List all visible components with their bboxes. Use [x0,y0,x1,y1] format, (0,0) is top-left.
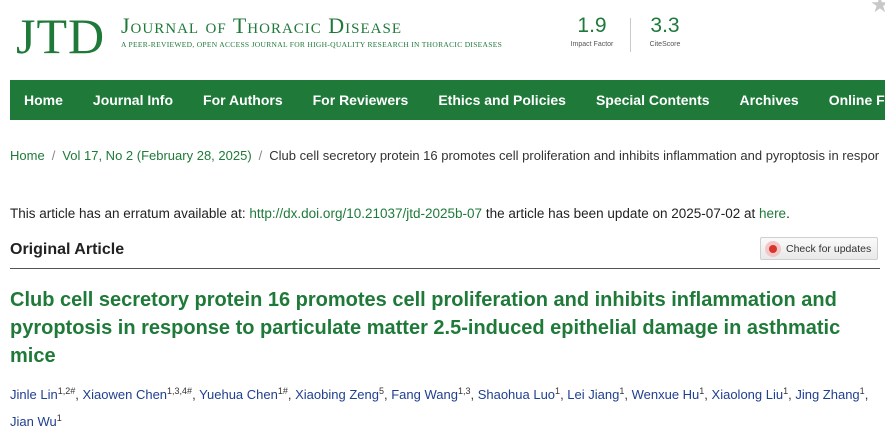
crossmark-icon [765,240,781,257]
nav-item-ethics-and-policies[interactable]: Ethics and Policies [423,80,581,120]
nav-item-online-first[interactable]: Online First [814,80,885,120]
journal-logo[interactable]: JTD [16,6,105,66]
breadcrumb-separator: / [51,148,56,163]
main-nav: Home Journal Info For Authors For Review… [10,80,885,120]
author-link[interactable]: Xiaolong Liu1 [712,387,789,403]
author-link[interactable]: Jing Zhang1 [795,387,864,403]
author-link[interactable]: Jinle Lin1,2# [10,387,75,403]
erratum-prefix: This article has an erratum available at… [10,206,246,221]
erratum-here-link[interactable]: here [759,206,786,221]
citescore[interactable]: 3.3 CiteScore [630,14,700,48]
divider [10,268,880,269]
nav-item-for-authors[interactable]: For Authors [188,80,298,120]
author-link[interactable]: Wenxue Hu1 [632,387,705,403]
author-link[interactable]: Yuehua Chen1# [199,387,288,403]
article-title: Club cell secretory protein 16 promotes … [10,289,841,367]
erratum-doi-link[interactable]: http://dx.doi.org/10.21037/jtd-2025b-07 [249,206,482,221]
breadcrumb-separator: / [258,148,263,163]
citescore-value: 3.3 [650,14,680,37]
author-list: Jinle Lin1,2#, Xiaowen Chen1,3,4#, Yuehu… [10,386,869,430]
star-icon: ★ [870,0,885,17]
journal-name: Journal of Thoracic Disease [121,13,403,38]
author-link[interactable]: Fang Wang1,3 [391,387,470,403]
author-link[interactable]: Xiaobing Zeng5 [295,387,384,403]
impact-factor-label: Impact Factor [570,41,614,48]
impact-factor-value: 1.9 [577,14,607,37]
breadcrumb-issue[interactable]: Vol 17, No 2 (February 28, 2025) [62,148,251,163]
citescore-label: CiteScore [649,41,681,48]
breadcrumb-home[interactable]: Home [10,148,45,163]
nav-item-archives[interactable]: Archives [725,80,814,120]
erratum-middle: the article has been update on 2025-07-0… [485,206,756,221]
breadcrumb-current: Club cell secretory protein 16 promotes … [269,148,880,163]
check-for-updates-label: Check for updates [786,242,872,255]
author-link[interactable]: Jian Wu1 [10,414,62,430]
site-header: JTD Journal of Thoracic Disease A peer-r… [0,0,885,80]
nav-item-for-reviewers[interactable]: For Reviewers [298,80,424,120]
breadcrumb: Home / Vol 17, No 2 (February 28, 2025) / Cl… [10,148,879,163]
author-link[interactable]: Shaohua Luo1 [478,387,560,403]
erratum-suffix: . [786,206,790,221]
impact-factor[interactable]: 1.9 Impact Factor [557,14,627,48]
article-type: Original Article [10,241,125,258]
journal-tagline: A peer-reviewed, open access journal for… [121,40,503,49]
nav-item-special-contents[interactable]: Special Contents [581,80,725,120]
nav-item-journal-info[interactable]: Journal Info [78,80,188,120]
author-link[interactable]: Xiaowen Chen1,3,4# [82,387,192,403]
check-for-updates-button[interactable]: Check for updates [760,237,878,260]
author-link[interactable]: Lei Jiang1 [567,387,624,403]
erratum-notice: This article has an erratum available at… [10,206,790,221]
nav-item-home[interactable]: Home [10,80,78,120]
